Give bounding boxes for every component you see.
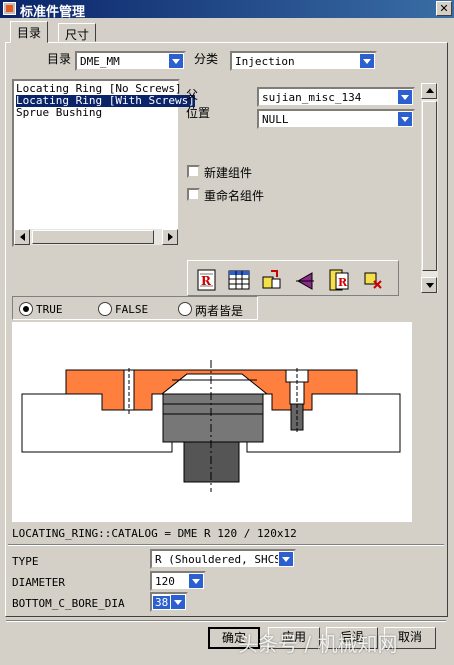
param-bore-select[interactable]: 38 (150, 592, 188, 612)
radio-false[interactable] (98, 302, 112, 316)
radio-true[interactable] (19, 302, 33, 316)
component-listbox[interactable]: Locating Ring [No Screws] Locating Ring … (12, 79, 195, 247)
category-label: 分类 (194, 52, 219, 66)
catalog-label: 目录 (47, 52, 72, 66)
catalog-value: DME_MM (80, 55, 120, 68)
parent-value: sujian_misc_134 (262, 91, 362, 104)
svg-text:R: R (338, 276, 348, 289)
param-type-label: TYPE (12, 555, 39, 568)
radio-true-label: TRUE (36, 303, 63, 316)
scroll-down-icon[interactable] (421, 277, 437, 293)
position-value: NULL (262, 113, 289, 126)
position-select[interactable]: NULL (257, 109, 415, 129)
reposition-icon[interactable] (260, 269, 282, 291)
param-diameter-label: DIAMETER (12, 576, 65, 589)
list-item[interactable]: Sprue Bushing (16, 107, 102, 119)
component-toolbar: R R (187, 260, 399, 296)
radio-both-label: 两者皆是 (195, 304, 244, 318)
param-type-value: R (Shouldered, SHCS) (155, 553, 288, 566)
catalog-expression: LOCATING_RING::CATALOG = DME R 120 / 120… (12, 527, 297, 540)
locating-ring-diagram (12, 322, 412, 522)
delete-component-icon[interactable] (362, 269, 384, 291)
watermark: 头条号 / 机械知网 (238, 632, 398, 656)
scroll-right-icon[interactable] (162, 229, 178, 245)
separator (6, 620, 446, 622)
chevron-down-icon[interactable] (278, 551, 294, 567)
param-type-select[interactable]: R (Shouldered, SHCS) (150, 549, 296, 569)
report-icon[interactable]: R (196, 269, 218, 291)
separator (8, 544, 444, 546)
chevron-down-icon[interactable] (170, 594, 186, 610)
position-label: 位置 (186, 106, 211, 120)
category-value: Injection (235, 55, 295, 68)
param-bore-label: BOTTOM_C_BORE_DIA (12, 597, 125, 610)
radio-false-label: FALSE (115, 303, 149, 316)
chevron-down-icon[interactable] (359, 53, 375, 69)
vertical-scrollbar[interactable] (421, 83, 438, 293)
param-bore-value: 38 (153, 596, 171, 609)
new-component-checkbox[interactable] (187, 165, 200, 178)
param-diameter-select[interactable]: 120 (150, 571, 206, 591)
scroll-up-icon[interactable] (421, 83, 437, 99)
window-title: 标准件管理 (20, 5, 86, 20)
scroll-left-icon[interactable] (14, 229, 30, 245)
spreadsheet-icon[interactable] (228, 269, 250, 291)
close-button[interactable]: ✕ (436, 1, 452, 16)
new-component-label: 新建组件 (204, 166, 253, 180)
locating-ring-drawing (21, 360, 401, 492)
radio-group: TRUE FALSE 两者皆是 (12, 296, 258, 320)
category-select[interactable]: Injection (230, 51, 377, 71)
horizontal-scrollbar[interactable] (14, 229, 178, 245)
app-icon[interactable] (3, 2, 16, 15)
rename-report-icon[interactable]: R (328, 269, 350, 291)
svg-text:R: R (201, 274, 212, 288)
rename-component-checkbox[interactable] (187, 188, 200, 201)
catalog-select[interactable]: DME_MM (75, 51, 186, 71)
title-bar: 标准件管理 ✕ (0, 0, 454, 20)
chevron-down-icon[interactable] (188, 573, 204, 589)
chevron-down-icon[interactable] (397, 111, 413, 127)
scroll-thumb[interactable] (422, 101, 437, 271)
chevron-down-icon[interactable] (168, 53, 184, 69)
flip-icon[interactable] (294, 269, 316, 291)
rename-component-label: 重命名组件 (204, 189, 265, 203)
scroll-thumb[interactable] (32, 230, 154, 244)
tab-catalog[interactable]: 目录 (10, 21, 49, 43)
tab-dimensions[interactable]: 尺寸 (58, 23, 97, 42)
parent-select[interactable]: sujian_misc_134 (257, 87, 415, 107)
chevron-down-icon[interactable] (397, 89, 413, 105)
radio-both[interactable] (178, 302, 192, 316)
param-diameter-value: 120 (155, 575, 175, 588)
parent-label: 父 (186, 88, 199, 102)
